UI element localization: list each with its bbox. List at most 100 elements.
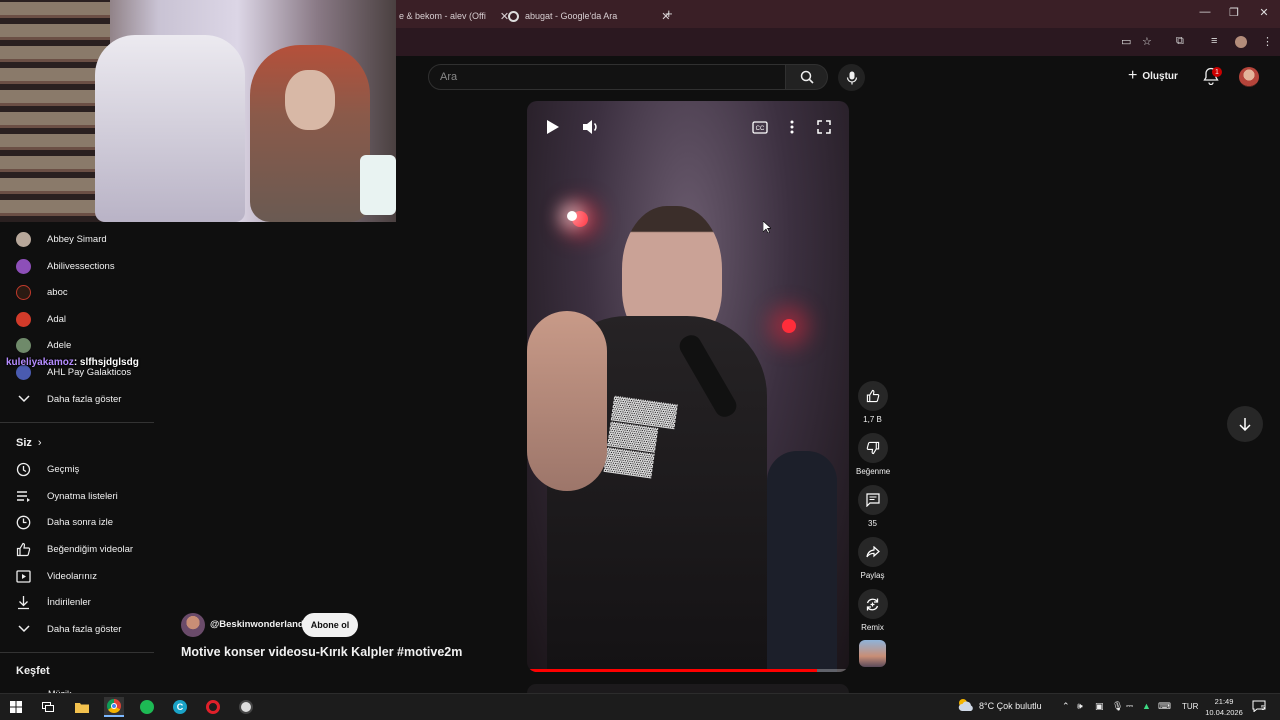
search-input[interactable]: Ara (428, 64, 786, 90)
dislike-circle (857, 433, 888, 463)
thumbs-down-icon (866, 441, 879, 455)
sidebar-item-label: Oynatma listeleri (47, 490, 118, 502)
create-label: Oluştur (1142, 70, 1178, 82)
channel-avatar (16, 231, 31, 247)
sidebar-item-watch-later[interactable]: Daha sonra izle (16, 512, 113, 532)
sidebar-item-label: Geçmiş (47, 463, 80, 475)
svg-text:CC: CC (756, 126, 765, 132)
spotify-icon[interactable] (137, 697, 157, 717)
show-more-subscriptions[interactable]: Daha fazla göster (16, 389, 121, 409)
volume-button[interactable] (579, 115, 603, 139)
security-icon[interactable]: ▲ (1142, 701, 1151, 711)
notification-badge: 1 (1212, 67, 1222, 77)
subscribe-button[interactable]: Abone ol (302, 613, 358, 637)
sidebar-subscription-item[interactable]: Abbey Simard (16, 229, 107, 249)
new-tab-button[interactable]: + (665, 6, 673, 21)
chat-text: : slfhsjdglsdg (73, 357, 139, 368)
task-view-icon[interactable] (38, 697, 58, 717)
network-icon[interactable]: ▣ (1095, 701, 1104, 712)
comment-icon (865, 493, 880, 507)
weather-cloud-icon (957, 698, 975, 712)
streamer-face (285, 70, 335, 130)
sidebar-divider (0, 422, 154, 423)
fullscreen-button[interactable] (812, 115, 836, 139)
file-explorer-icon[interactable] (72, 697, 92, 717)
sidebar-item-playlists[interactable]: Oynatma listeleri (16, 486, 118, 506)
usb-icon[interactable]: ⎓ (1126, 701, 1133, 712)
close-window-button[interactable]: ✕ (1256, 6, 1272, 19)
remix-button[interactable]: Remix (856, 589, 889, 632)
microphone-tray-icon[interactable]: 🎙 (1112, 701, 1123, 712)
sound-thumbnail[interactable] (859, 640, 886, 667)
sidebar-subscription-item[interactable]: Adele (16, 335, 71, 355)
chevron-right-icon: › (37, 437, 42, 449)
next-video-button[interactable] (1227, 406, 1263, 442)
channel-name: Adele (47, 339, 72, 351)
channel-name: Abbey Simard (47, 233, 107, 245)
shorts-video-player[interactable]: ▓▓▓▓ ▓▓▓ ▓▓▓ CC (527, 101, 849, 672)
bookmark-star-icon[interactable]: ☆ (1142, 35, 1152, 48)
tab-alev[interactable]: e & bekom - alev (Offi ✕ (399, 4, 509, 28)
weather-text[interactable]: 8°C Çok bulutlu (979, 701, 1042, 711)
extensions-icon[interactable]: ⧉ (1176, 35, 1184, 48)
sidebar-item-your-videos[interactable]: Videolarınız (16, 566, 97, 586)
create-button[interactable]: + Oluştur (1128, 66, 1178, 86)
explore-section-header: Keşfet (16, 665, 50, 677)
share-label: Paylaş (860, 571, 885, 580)
like-button[interactable]: 1,7 B (856, 381, 889, 424)
clock[interactable]: 21:49 10.04.2026 (1204, 696, 1244, 718)
sidebar-item-history[interactable]: Geçmiş (16, 459, 79, 479)
dislike-label: Beğenme (856, 467, 891, 476)
progress-fill (527, 669, 817, 672)
account-avatar[interactable] (1239, 67, 1259, 87)
windows-start-icon[interactable] (6, 697, 26, 717)
tab-google-search[interactable]: abugat - Google'da Ara ✕ (508, 4, 671, 28)
show-more-you-items[interactable]: Daha fazla göster (16, 619, 121, 639)
chat-username: kuleliyakamoz (6, 357, 74, 368)
channel-name: AHL Pay Galakticos (47, 366, 132, 378)
sidebar-subscription-item[interactable]: aboc (16, 282, 68, 302)
channel-name[interactable]: @Beskinwonderland (210, 619, 304, 630)
channel-name: aboc (47, 286, 68, 298)
you-section-header[interactable]: Siz › (16, 437, 42, 449)
more-options-button[interactable] (780, 115, 804, 139)
opera-gx-icon[interactable] (203, 697, 223, 717)
comments-button[interactable]: 35 (856, 485, 889, 528)
cast-icon[interactable]: ▭ (1121, 35, 1131, 48)
voice-search-button[interactable] (838, 64, 865, 91)
sidebar-item-liked-videos[interactable]: Beğendiğim videolar (16, 539, 133, 559)
arrow-down-icon (1239, 418, 1251, 431)
maximize-button[interactable]: ❐ (1226, 6, 1242, 19)
search-button[interactable] (786, 64, 828, 90)
play-button[interactable] (541, 115, 565, 139)
sidebar-subscription-item[interactable]: Adal (16, 309, 66, 329)
app-c-icon[interactable]: C (170, 697, 190, 717)
remix-icon (866, 598, 879, 610)
channel-avatar (16, 311, 31, 327)
video-title[interactable]: Motive konser videosu-Kırık Kalpler #mot… (181, 645, 462, 659)
media-controls-icon[interactable]: ≡ (1211, 35, 1217, 47)
sidebar-subscription-item[interactable]: Abilivessections (16, 256, 115, 276)
chevron-up-icon[interactable]: ⌃ (1062, 701, 1070, 712)
progress-track[interactable] (527, 669, 849, 672)
microphone-icon (846, 71, 857, 84)
keyboard-icon[interactable]: ⌨ (1158, 701, 1171, 712)
next-short-preview[interactable] (527, 684, 849, 693)
like-count: 1,7 B (863, 415, 882, 424)
chrome-icon[interactable] (104, 697, 124, 717)
share-button[interactable]: Paylaş (856, 537, 889, 580)
channel-avatar[interactable] (181, 613, 205, 637)
browser-menu-icon[interactable]: ⋮ (1262, 35, 1273, 48)
volume-tray-icon[interactable]: 🕪 (1077, 701, 1083, 712)
dislike-button[interactable]: Beğenme (856, 433, 891, 476)
like-circle (857, 381, 888, 411)
notification-count: 5 (1261, 705, 1265, 712)
obs-icon[interactable] (236, 697, 256, 717)
sidebar-item-downloads[interactable]: İndirilenler (16, 592, 91, 612)
photographer (767, 451, 837, 672)
captions-button[interactable]: CC (748, 115, 772, 139)
profile-avatar-icon[interactable] (1235, 36, 1247, 48)
minimize-button[interactable]: — (1197, 6, 1213, 18)
channel-name: Adal (47, 313, 67, 325)
language-indicator[interactable]: TUR (1182, 702, 1198, 711)
